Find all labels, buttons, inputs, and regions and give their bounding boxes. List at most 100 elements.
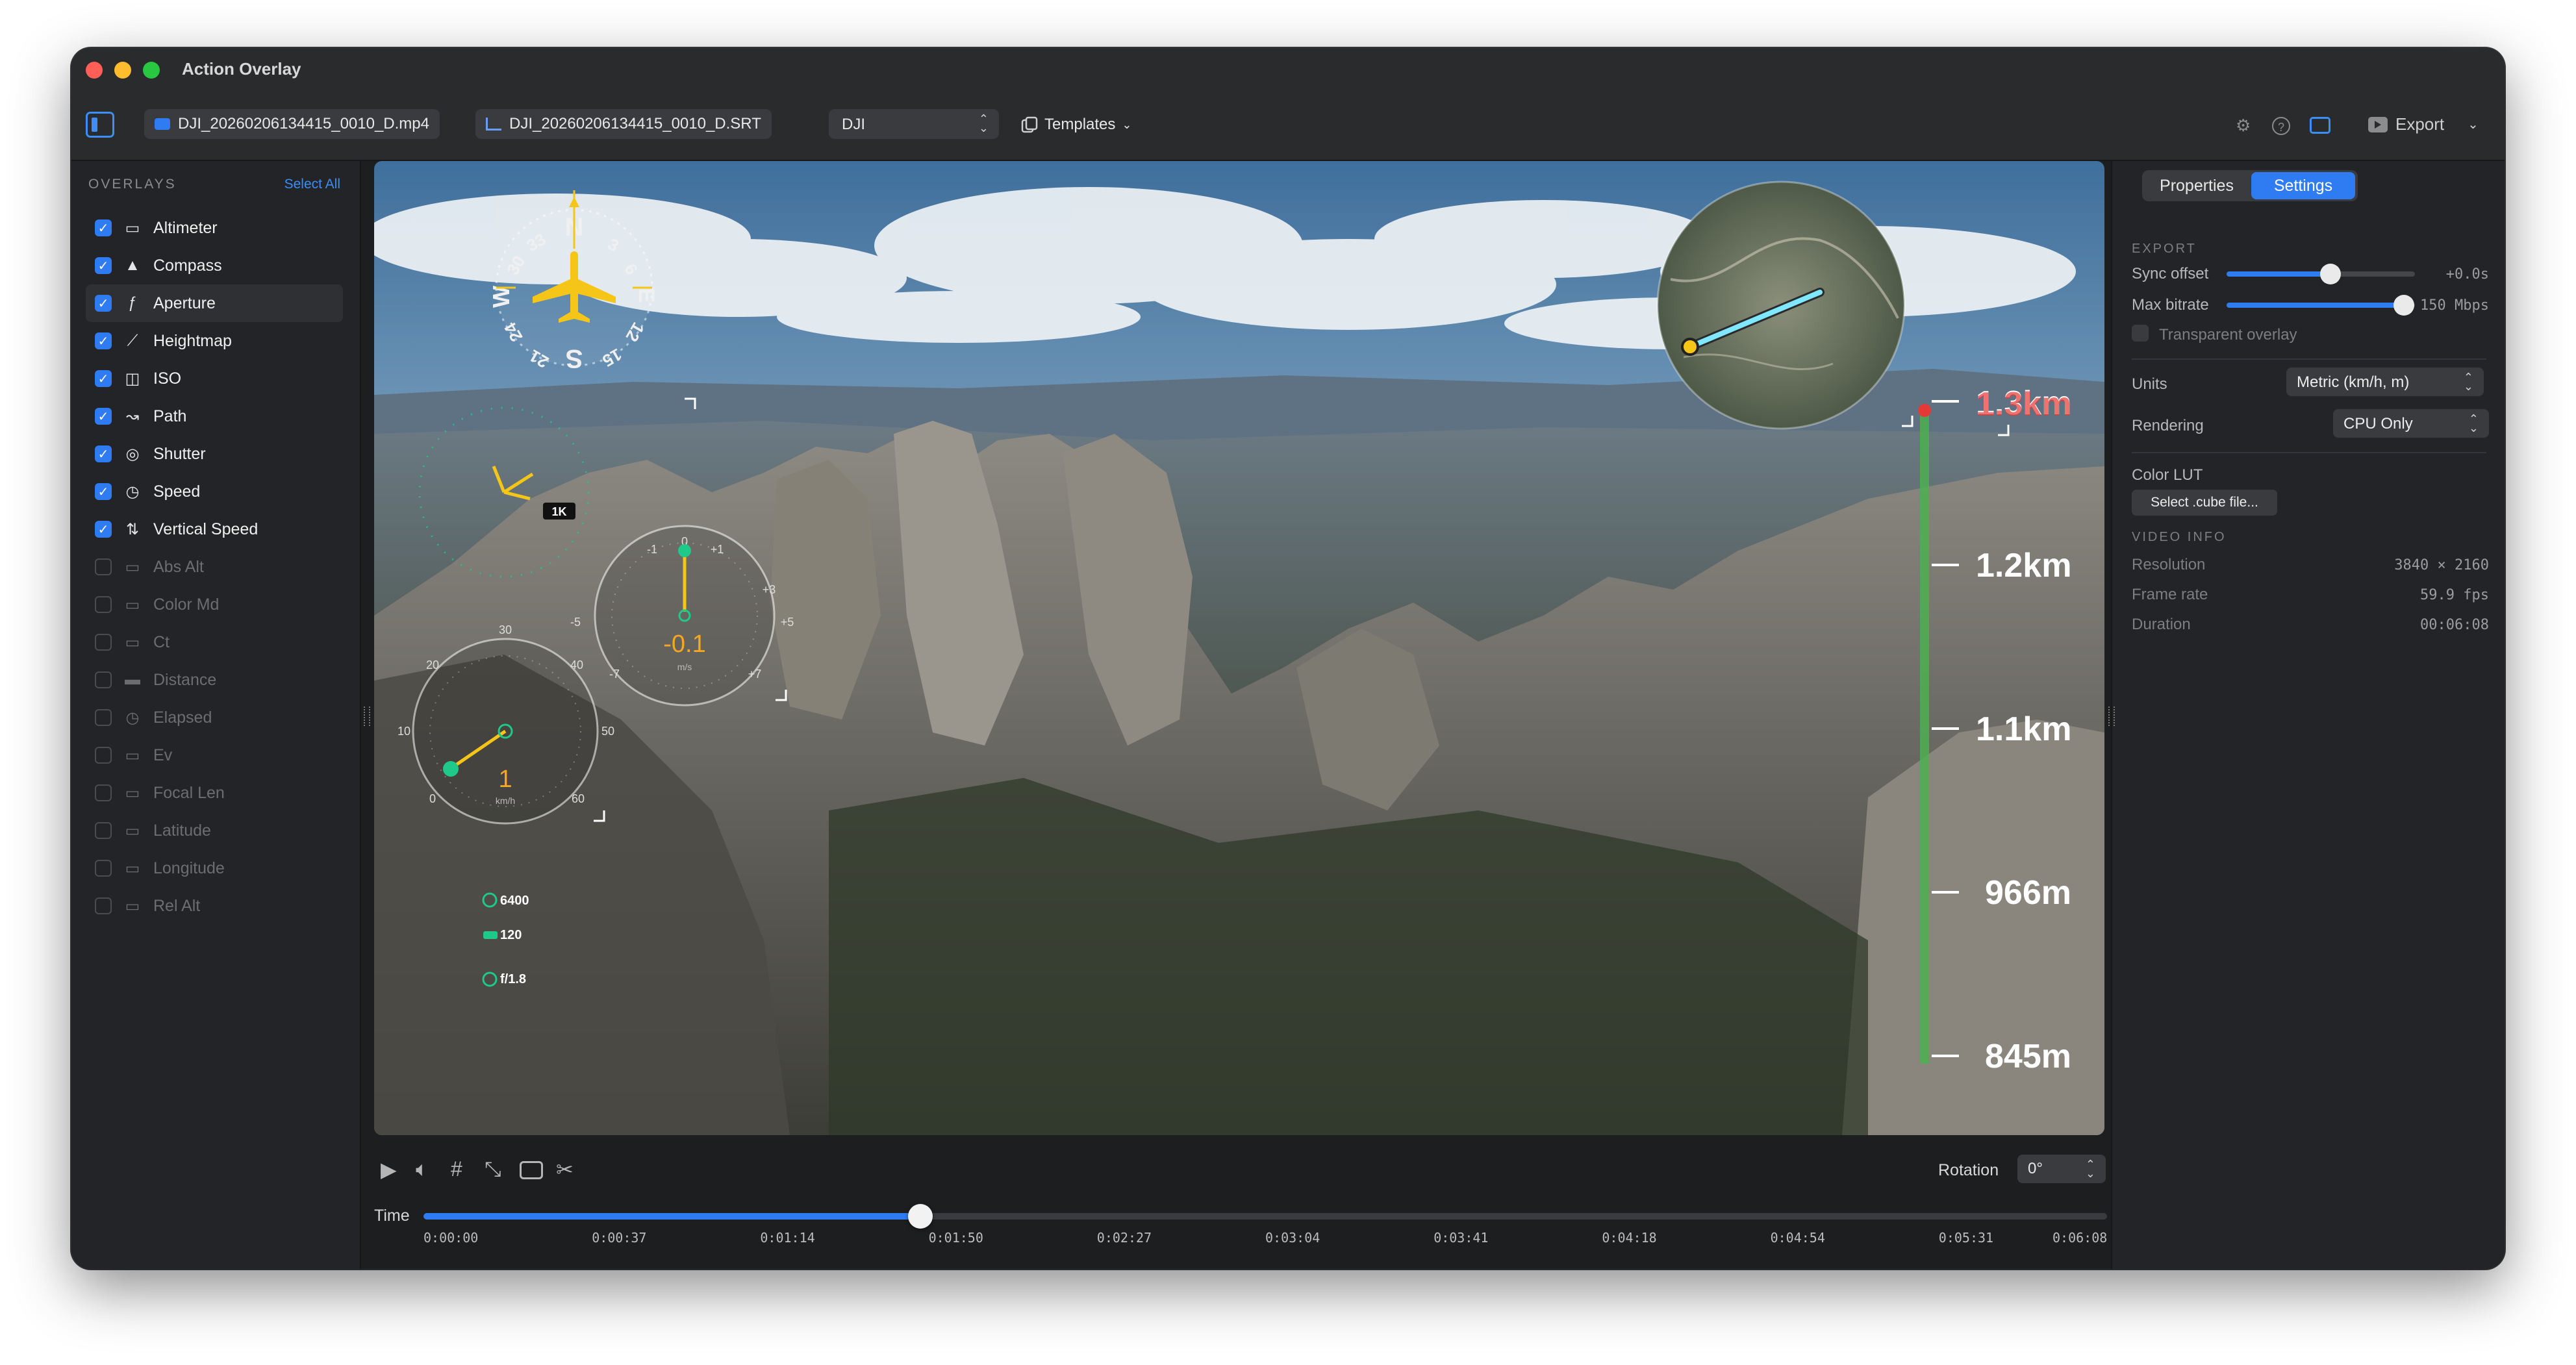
overlay-item-rel-alt[interactable]: ▭ Rel Alt — [86, 887, 343, 925]
svg-text:-0.1: -0.1 — [663, 631, 705, 658]
tab-properties[interactable]: Properties — [2145, 172, 2249, 199]
help-icon[interactable]: ? — [2272, 117, 2290, 135]
timeline-playhead[interactable] — [907, 1204, 933, 1229]
overlay-label: Compass — [153, 256, 222, 275]
frame-rate-value: 59.9 fps — [2420, 587, 2489, 603]
right-resize-handle[interactable] — [2108, 707, 2115, 726]
left-resize-handle[interactable] — [364, 707, 370, 726]
altitude-tick-1: 1.2km — [1976, 547, 2071, 584]
overlay-checkbox[interactable] — [95, 784, 112, 801]
tab-settings[interactable]: Settings — [2251, 172, 2355, 199]
templates-button[interactable]: Templates ⌄ — [1021, 116, 1131, 134]
overlay-item-ct[interactable]: ▭ Ct — [86, 623, 343, 661]
sync-offset-slider[interactable] — [2227, 264, 2415, 284]
overlay-checkbox[interactable]: ✓ — [95, 521, 112, 538]
overlay-item-aperture[interactable]: ✓ ƒ Aperture — [86, 284, 343, 322]
export-button[interactable]: Export ⌄ — [2368, 114, 2479, 134]
overlay-checkbox[interactable] — [95, 897, 112, 914]
overlay-checkbox[interactable] — [95, 634, 112, 651]
svg-text:+1: +1 — [711, 543, 724, 556]
overlay-item-abs-alt[interactable]: ▭ Abs Alt — [86, 548, 343, 586]
overlay-item-color-md[interactable]: ▭ Color Md — [86, 586, 343, 623]
video-file-icon — [155, 118, 170, 130]
volume-icon[interactable]: 🔈︎ — [416, 1157, 428, 1182]
overlay-item-ev[interactable]: ▭ Ev — [86, 736, 343, 774]
overlay-item-vertical-speed[interactable]: ✓ ⇅ Vertical Speed — [86, 510, 343, 548]
timeline-tick-label: 0:05:31 — [1938, 1230, 1994, 1246]
overlay-checkbox[interactable] — [95, 558, 112, 575]
shutter-icon: ◎ — [125, 445, 140, 463]
overlay-checkbox[interactable]: ✓ — [95, 219, 112, 236]
max-bitrate-slider[interactable] — [2227, 295, 2415, 316]
overlay-checkbox[interactable] — [95, 671, 112, 688]
overlay-item-compass[interactable]: ✓ ▲ Compass — [86, 247, 343, 284]
overlay-label: Elapsed — [153, 708, 212, 727]
preset-select[interactable]: DJI ⌃ ⌄ — [829, 109, 999, 139]
video-file-chip[interactable]: DJI_20260206134415_0010_D.mp4 — [144, 109, 440, 139]
overlay-checkbox[interactable]: ✓ — [95, 370, 112, 387]
gear-icon[interactable]: ⚙ — [2236, 116, 2251, 136]
zoom-window-button[interactable] — [143, 62, 160, 79]
overlay-item-iso[interactable]: ✓ ◫ ISO — [86, 360, 343, 397]
overlay-checkbox[interactable]: ✓ — [95, 332, 112, 349]
overlay-checkbox[interactable] — [95, 709, 112, 726]
sync-offset-label: Sync offset — [2132, 265, 2209, 282]
overlay-checkbox[interactable]: ✓ — [95, 445, 112, 462]
altitude-tick-2: 1.1km — [1976, 710, 2071, 748]
select-all-link[interactable]: Select All — [284, 177, 340, 192]
video-frame[interactable]: N 3 6 E 12 15 S 21 24 W 30 33 1K 0 +1 +3… — [374, 161, 2104, 1135]
overlay-item-altimeter[interactable]: ✓ ▭ Altimeter — [86, 209, 343, 247]
overlay-checkbox[interactable] — [95, 822, 112, 839]
overlay-item-latitude[interactable]: ▭ Latitude — [86, 812, 343, 849]
toolbar: DJI_20260206134415_0010_D.mp4 DJI_202602… — [71, 92, 2505, 161]
overlay-checkbox[interactable]: ✓ — [95, 408, 112, 425]
updown-chevron-icon: ⌃ ⌄ — [2468, 412, 2479, 434]
chevron-down-icon[interactable]: ⌄ — [2468, 116, 2479, 132]
timeline-tick-label: 0:06:08 — [2052, 1230, 2108, 1246]
overlay-item-elapsed[interactable]: ◷ Elapsed — [86, 699, 343, 736]
path-icon: ↝ — [125, 407, 140, 425]
minimize-window-button[interactable] — [114, 62, 131, 79]
timeline-tick-label: 0:03:41 — [1433, 1230, 1489, 1246]
overlay-item-longitude[interactable]: ▭ Longitude — [86, 849, 343, 887]
rendering-select[interactable]: CPU Only ⌃ ⌄ — [2333, 409, 2489, 438]
units-select[interactable]: Metric (km/h, m) ⌃ ⌄ — [2286, 368, 2484, 396]
select-cube-file-button[interactable]: Select .cube file... — [2132, 490, 2277, 516]
altitude-tick-0-current: 1.3km — [1976, 386, 2071, 423]
fullscreen-icon[interactable]: ⤡ — [485, 1157, 501, 1182]
overlay-item-path[interactable]: ✓ ↝ Path — [86, 397, 343, 435]
overlay-item-focal-len[interactable]: ▭ Focal Len — [86, 774, 343, 812]
export-icon — [2368, 116, 2388, 132]
rotation-select[interactable]: 0° ⌃ ⌄ — [2017, 1155, 2106, 1183]
play-icon[interactable]: ▶ — [381, 1157, 397, 1182]
camera-icon[interactable] — [520, 1161, 543, 1179]
grid-icon[interactable]: # — [451, 1157, 462, 1181]
sidebar-toggle-icon[interactable] — [86, 112, 114, 138]
svg-text:1: 1 — [498, 766, 512, 793]
overlay-checkbox[interactable]: ✓ — [95, 483, 112, 500]
overlay-item-heightmap[interactable]: ✓ ⟋ Heightmap — [86, 322, 343, 360]
timeline-track[interactable] — [423, 1204, 2107, 1229]
overlay-checkbox[interactable]: ✓ — [95, 295, 112, 312]
svg-text:+3: +3 — [763, 583, 776, 596]
iso-icon: ◫ — [125, 369, 140, 388]
close-window-button[interactable] — [86, 62, 103, 79]
scissors-icon[interactable]: ✂ — [556, 1157, 574, 1182]
duration-label: Duration — [2132, 616, 2191, 633]
overlay-item-distance[interactable]: ▬ Distance — [86, 661, 343, 699]
overlay-checkbox[interactable]: ✓ — [95, 257, 112, 274]
overlay-checkbox[interactable] — [95, 860, 112, 877]
sync-offset-knob[interactable] — [2319, 264, 2341, 284]
srt-file-chip[interactable]: DJI_20260206134415_0010_D.SRT — [475, 109, 772, 139]
timeline-tick-label: 0:02:27 — [1096, 1230, 1152, 1246]
overlay-item-shutter[interactable]: ✓ ◎ Shutter — [86, 435, 343, 473]
overlay-checkbox[interactable] — [95, 747, 112, 764]
units-value: Metric (km/h, m) — [2297, 373, 2410, 391]
chart-icon — [486, 118, 501, 131]
max-bitrate-knob[interactable] — [2393, 295, 2414, 316]
overlay-checkbox[interactable] — [95, 596, 112, 613]
overlay-item-speed[interactable]: ✓ ◷ Speed — [86, 473, 343, 510]
overlay-label: Distance — [153, 670, 217, 689]
inspector-panel-icon[interactable] — [2310, 117, 2330, 134]
transparent-overlay-checkbox[interactable] — [2132, 325, 2149, 342]
